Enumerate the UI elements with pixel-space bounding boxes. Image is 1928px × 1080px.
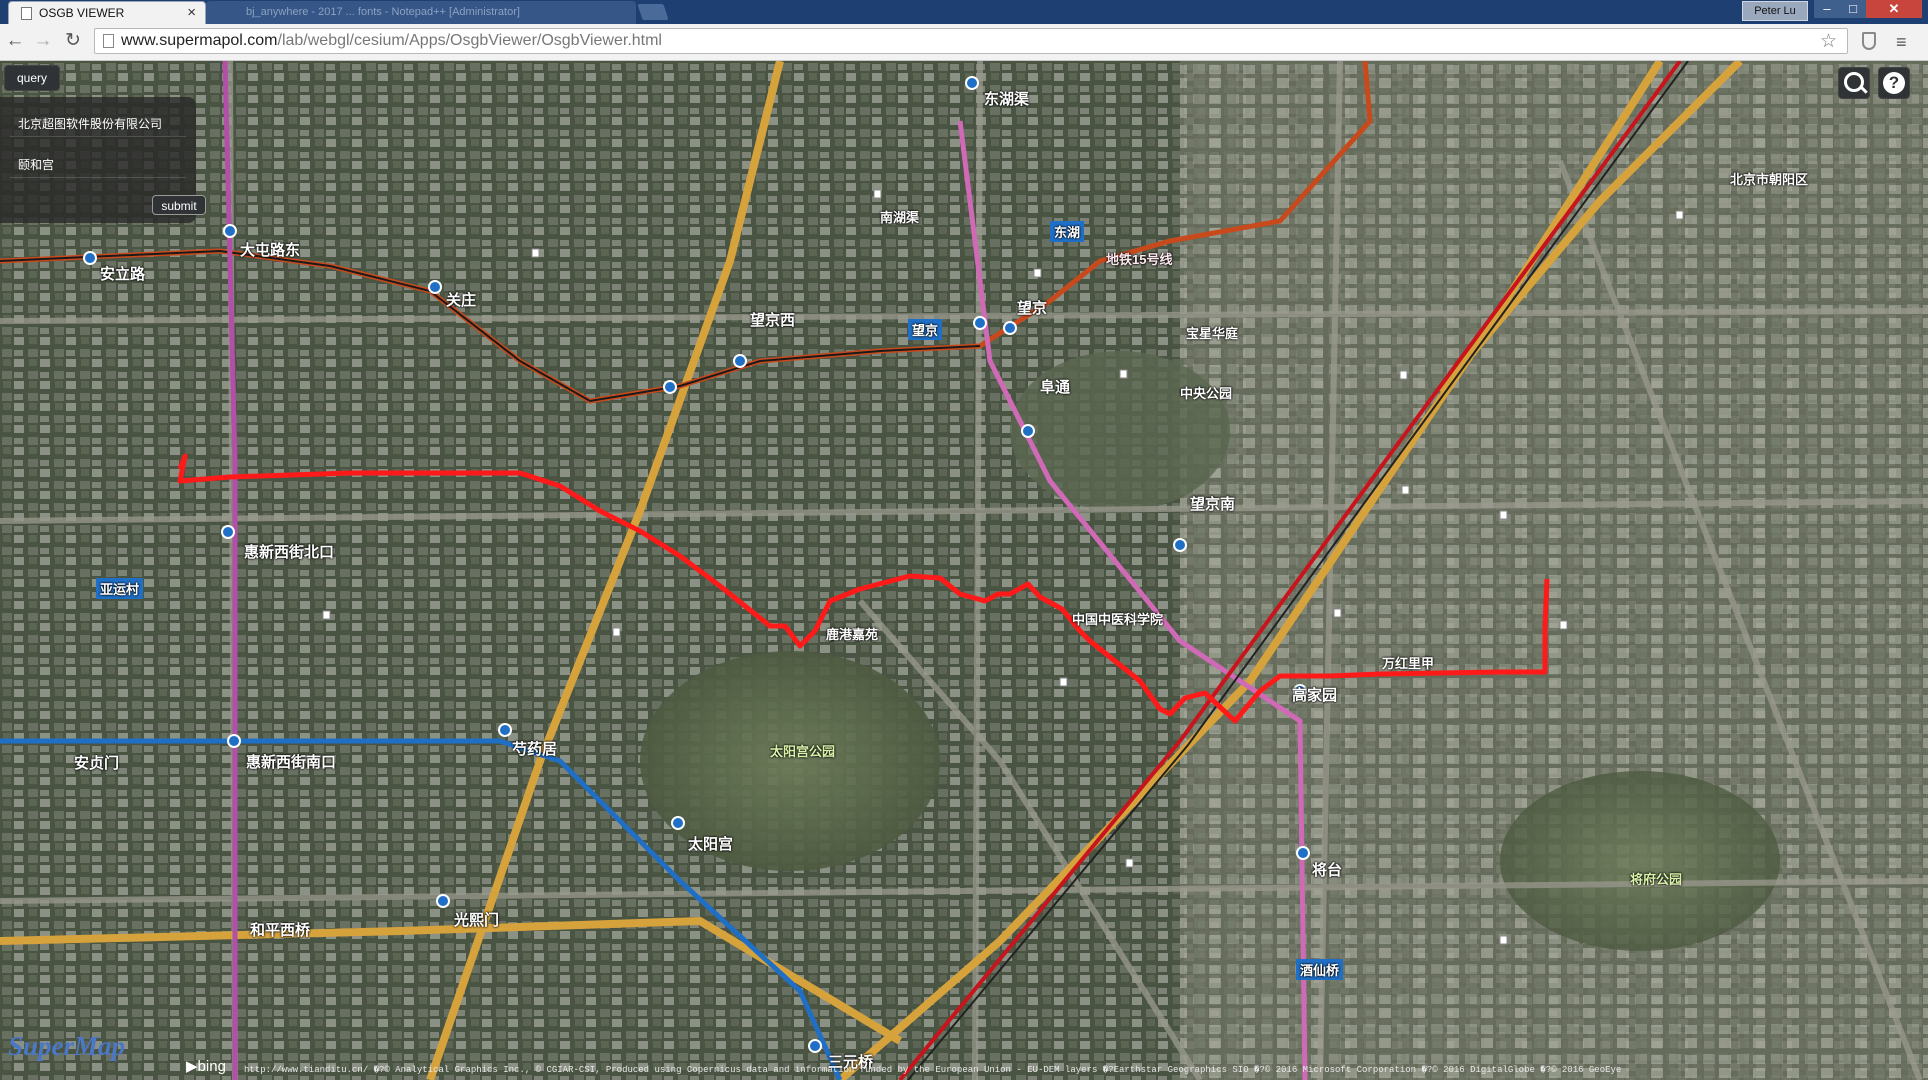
page-icon — [21, 7, 32, 20]
poi-label: 万红里甲 — [1382, 656, 1435, 671]
station-label: 芍药居 — [512, 741, 558, 758]
station-label: 安立路 — [100, 266, 146, 283]
help-icon: ? — [1883, 72, 1905, 94]
search-button[interactable] — [1838, 67, 1870, 99]
tab-osgb-viewer[interactable]: OSGB VIEWER × — [8, 1, 206, 24]
map-credits: http://www.tianditu.cn/ �?© Analytical G… — [244, 1065, 1622, 1075]
poi-label: 南湖渠 — [880, 210, 920, 225]
map-viewport[interactable]: 东湖渠 望京 望京西 阜通 望京南 高家园 将台 酒仙桥 大屯路东 安立路 关庄… — [0, 61, 1928, 1080]
poi-label: 中央公园 — [1180, 386, 1233, 401]
browser-toolbar: ← → ↻ www.supermapol.com/lab/webgl/cesiu… — [0, 24, 1928, 61]
search-icon-handle — [1859, 85, 1868, 94]
page-icon — [103, 34, 114, 48]
station-label: 望京 — [1017, 300, 1048, 317]
poi-label: 中国中医科学院 — [1072, 612, 1164, 627]
bookmark-star-icon[interactable]: ☆ — [1820, 30, 1837, 53]
station-label: 惠新西街北口 — [244, 544, 335, 561]
tab-title: OSGB VIEWER — [39, 6, 125, 20]
help-button[interactable]: ? — [1878, 67, 1910, 99]
poi-label: 北京市朝阳区 — [1730, 172, 1809, 187]
tab-background[interactable]: bj_anywhere - 2017 ... fonts - Notepad++… — [206, 1, 636, 24]
extension-shield-icon[interactable] — [1862, 32, 1876, 50]
back-arrow-icon[interactable]: ← — [4, 30, 26, 52]
taiyanggong-park — [640, 651, 940, 871]
tab-title: bj_anywhere - 2017 ... fonts - Notepad++… — [246, 6, 520, 18]
poi-label: 宝星华庭 — [1186, 326, 1239, 341]
station-label: 关庄 — [446, 292, 477, 309]
menu-icon[interactable]: ≡ — [1896, 32, 1907, 53]
forward-arrow-icon[interactable]: → — [32, 30, 54, 52]
supermap-watermark: SuperMap — [8, 1031, 126, 1061]
profile-button[interactable]: Peter Lu — [1742, 1, 1808, 21]
station-label: 和平西桥 — [250, 922, 311, 939]
station-label: 望京西 — [750, 312, 796, 329]
reload-icon[interactable]: ↻ — [62, 30, 84, 52]
metro-line-label: 地铁15号线 — [1106, 252, 1173, 267]
url-path: /lab/webgl/cesium/Apps/OsgbViewer/OsgbVi… — [277, 32, 662, 49]
station-label: 光熙门 — [454, 912, 500, 929]
station-label: 惠新西街南口 — [246, 754, 337, 771]
park-label: 将府公园 — [1630, 872, 1683, 887]
park-label: 太阳宫公园 — [770, 744, 836, 759]
area-label: 东湖 — [1050, 221, 1085, 242]
minimize-button[interactable]: – — [1814, 0, 1840, 18]
station-label: 高家园 — [1292, 687, 1338, 704]
station-label: 安贞门 — [74, 755, 120, 772]
submit-button[interactable]: submit — [152, 195, 206, 215]
station-label: 东湖渠 — [984, 91, 1030, 108]
jiangfu-park — [1500, 771, 1780, 951]
station-label: 阜通 — [1040, 379, 1071, 396]
new-tab-button[interactable] — [637, 4, 669, 20]
url-host: www.supermapol.com — [121, 32, 278, 49]
address-bar[interactable]: www.supermapol.com/lab/webgl/cesium/Apps… — [94, 28, 1848, 54]
query-panel: 北京超图软件股份有限公司 颐和宫 submit — [0, 97, 206, 223]
area-label: 望京 — [908, 319, 943, 340]
bing-logo[interactable]: ▶bing — [186, 1057, 226, 1075]
station-label: 望京南 — [1190, 496, 1236, 513]
maximize-button[interactable]: □ — [1840, 0, 1866, 18]
query-button[interactable]: query — [4, 65, 60, 91]
window-titlebar: OSGB VIEWER × bj_anywhere - 2017 ... fon… — [0, 0, 1928, 24]
station-label: 太阳宫 — [688, 836, 734, 853]
station-label: 将台 — [1312, 862, 1343, 879]
area-label: 亚运村 — [96, 578, 144, 599]
station-label: 酒仙桥 — [1296, 959, 1344, 980]
close-tab-icon[interactable]: × — [187, 4, 196, 21]
query-input-1[interactable]: 北京超图软件股份有限公司 — [10, 111, 186, 137]
query-input-2[interactable]: 颐和宫 — [10, 152, 186, 178]
station-label: 大屯路东 — [240, 242, 301, 259]
close-window-button[interactable]: ✕ — [1866, 0, 1922, 18]
poi-label: 鹿港嘉苑 — [826, 627, 879, 642]
bing-label: bing — [197, 1058, 226, 1075]
url-text[interactable]: www.supermapol.com/lab/webgl/cesium/Apps… — [121, 32, 662, 50]
